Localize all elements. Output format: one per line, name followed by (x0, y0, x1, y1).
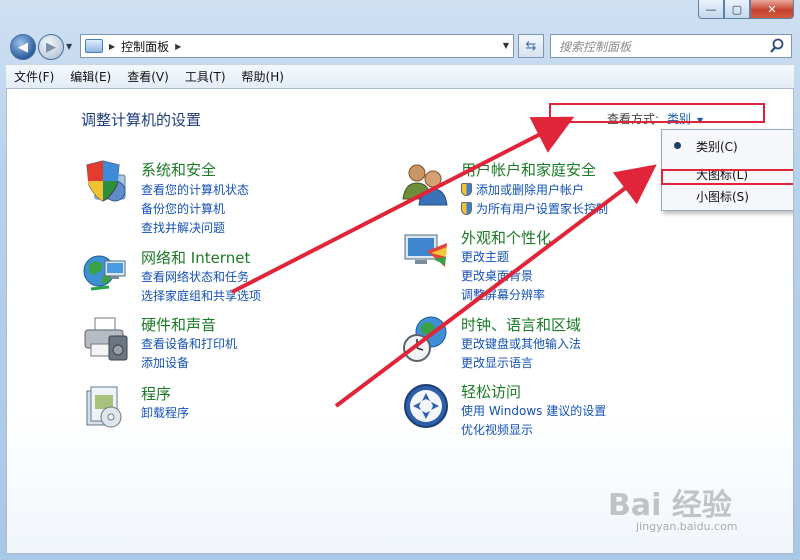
link-devices-printers[interactable]: 查看设备和打印机 (141, 335, 237, 352)
address-dropdown-icon[interactable]: ▼ (503, 41, 509, 50)
link-screen-resolution[interactable]: 调整屏幕分辨率 (461, 286, 545, 303)
forward-arrow-icon: ▶ (46, 39, 56, 55)
users-icon[interactable] (401, 159, 451, 209)
breadcrumb-control-panel[interactable]: 控制面板 (121, 38, 169, 55)
minimize-button[interactable]: — (698, 0, 724, 19)
watermark-logo: Bai 经验 (608, 488, 732, 523)
search-box[interactable]: 搜索控制面板 (550, 34, 792, 58)
link-network-status[interactable]: 查看网络状态和任务 (141, 268, 249, 285)
annotation-highlight-box (549, 103, 765, 123)
refresh-button[interactable]: ⇆ (518, 34, 544, 58)
link-change-theme[interactable]: 更改主题 (461, 248, 509, 265)
back-button[interactable]: ◀ (10, 34, 36, 60)
menu-item-label[interactable]: 类别(C) (696, 138, 738, 155)
selected-bullet-icon (674, 142, 681, 149)
menu-bar: 文件(F) 编辑(E) 查看(V) 工具(T) 帮助(H) (6, 64, 794, 88)
back-arrow-icon: ◀ (18, 39, 28, 55)
window-controls: — ▢ ✕ (698, 0, 794, 19)
clock-globe-icon[interactable] (401, 314, 451, 364)
window-frame: — ▢ ✕ ◀ ▶ ▼ ▶ 控制面板 ▶ ▼ ⇆ 搜索控制面板 文件(F) 编辑… (0, 0, 800, 560)
link-desktop-background[interactable]: 更改桌面背景 (461, 267, 533, 284)
search-icon[interactable] (769, 38, 785, 54)
link-uninstall-program[interactable]: 卸载程序 (141, 404, 189, 421)
link-backup-computer[interactable]: 备份您的计算机 (141, 200, 225, 217)
navigation-bar: ◀ ▶ ▼ ▶ 控制面板 ▶ ▼ ⇆ 搜索控制面板 (0, 30, 800, 62)
menu-edit[interactable]: 编辑(E) (62, 68, 119, 85)
search-input[interactable]: 搜索控制面板 (559, 38, 631, 55)
monitor-palette-icon[interactable] (401, 227, 451, 277)
watermark-url: jingyan.baidu.com (636, 520, 738, 533)
link-homegroup-sharing[interactable]: 选择家庭组和共享选项 (141, 287, 261, 304)
link-optimize-display[interactable]: 优化视频显示 (461, 421, 533, 438)
menu-item-label[interactable]: 小图标(S) (696, 188, 749, 205)
link-view-computer-status[interactable]: 查看您的计算机状态 (141, 181, 249, 198)
link-display-language[interactable]: 更改显示语言 (461, 354, 533, 371)
uac-shield-icon (461, 183, 472, 196)
printer-icon[interactable] (81, 314, 131, 364)
link-text[interactable]: 为所有用户设置家长控制 (476, 202, 608, 216)
address-bar[interactable]: ▶ 控制面板 ▶ ▼ (80, 34, 514, 58)
chevron-right-icon[interactable]: ▶ (109, 42, 115, 51)
recent-pages-dropdown[interactable]: ▼ (66, 42, 72, 51)
forward-button[interactable]: ▶ (38, 34, 64, 60)
annotation-highlight-box (661, 169, 793, 185)
link-windows-recommended-settings[interactable]: 使用 Windows 建议的设置 (461, 402, 606, 419)
menu-file[interactable]: 文件(F) (6, 68, 62, 85)
watermark: Bai 经验 jingyan.baidu.com (608, 480, 738, 533)
category-title[interactable]: 轻松访问 (461, 381, 521, 402)
link-add-device[interactable]: 添加设备 (141, 354, 189, 371)
category-title[interactable]: 外观和个性化 (461, 227, 551, 248)
category-title[interactable]: 硬件和声音 (141, 314, 216, 335)
menu-help[interactable]: 帮助(H) (234, 68, 292, 85)
link-text[interactable]: 添加或删除用户帐户 (476, 183, 584, 197)
shield-computer-icon[interactable] (81, 159, 131, 209)
network-globe-icon[interactable] (81, 247, 131, 297)
refresh-icon: ⇆ (525, 38, 537, 54)
title-bar: — ▢ ✕ (0, 0, 800, 28)
category-title[interactable]: 用户帐户和家庭安全 (461, 159, 596, 180)
category-title[interactable]: 时钟、语言和区域 (461, 314, 581, 335)
link-troubleshoot[interactable]: 查找并解决问题 (141, 219, 225, 236)
uac-shield-icon (461, 202, 472, 215)
close-button[interactable]: ✕ (750, 0, 794, 19)
programs-icon[interactable] (81, 383, 131, 433)
control-panel-icon (85, 39, 103, 53)
category-title[interactable]: 程序 (141, 383, 171, 404)
link-keyboard-input[interactable]: 更改键盘或其他输入法 (461, 335, 581, 352)
category-title[interactable]: 系统和安全 (141, 159, 216, 180)
ease-of-access-icon[interactable] (401, 381, 451, 431)
category-title[interactable]: 网络和 Internet (141, 247, 250, 268)
menu-tools[interactable]: 工具(T) (177, 68, 234, 85)
link-parental-controls[interactable]: 为所有用户设置家长控制 (461, 200, 608, 217)
maximize-button[interactable]: ▢ (724, 0, 750, 19)
menu-view[interactable]: 查看(V) (119, 68, 177, 85)
chevron-right-icon[interactable]: ▶ (175, 42, 181, 51)
menu-item-category[interactable]: 类别(C) (662, 134, 793, 158)
link-add-remove-accounts[interactable]: 添加或删除用户帐户 (461, 181, 584, 198)
menu-item-small-icons[interactable]: 小图标(S) (662, 184, 793, 208)
page-title: 调整计算机的设置 (81, 111, 202, 129)
